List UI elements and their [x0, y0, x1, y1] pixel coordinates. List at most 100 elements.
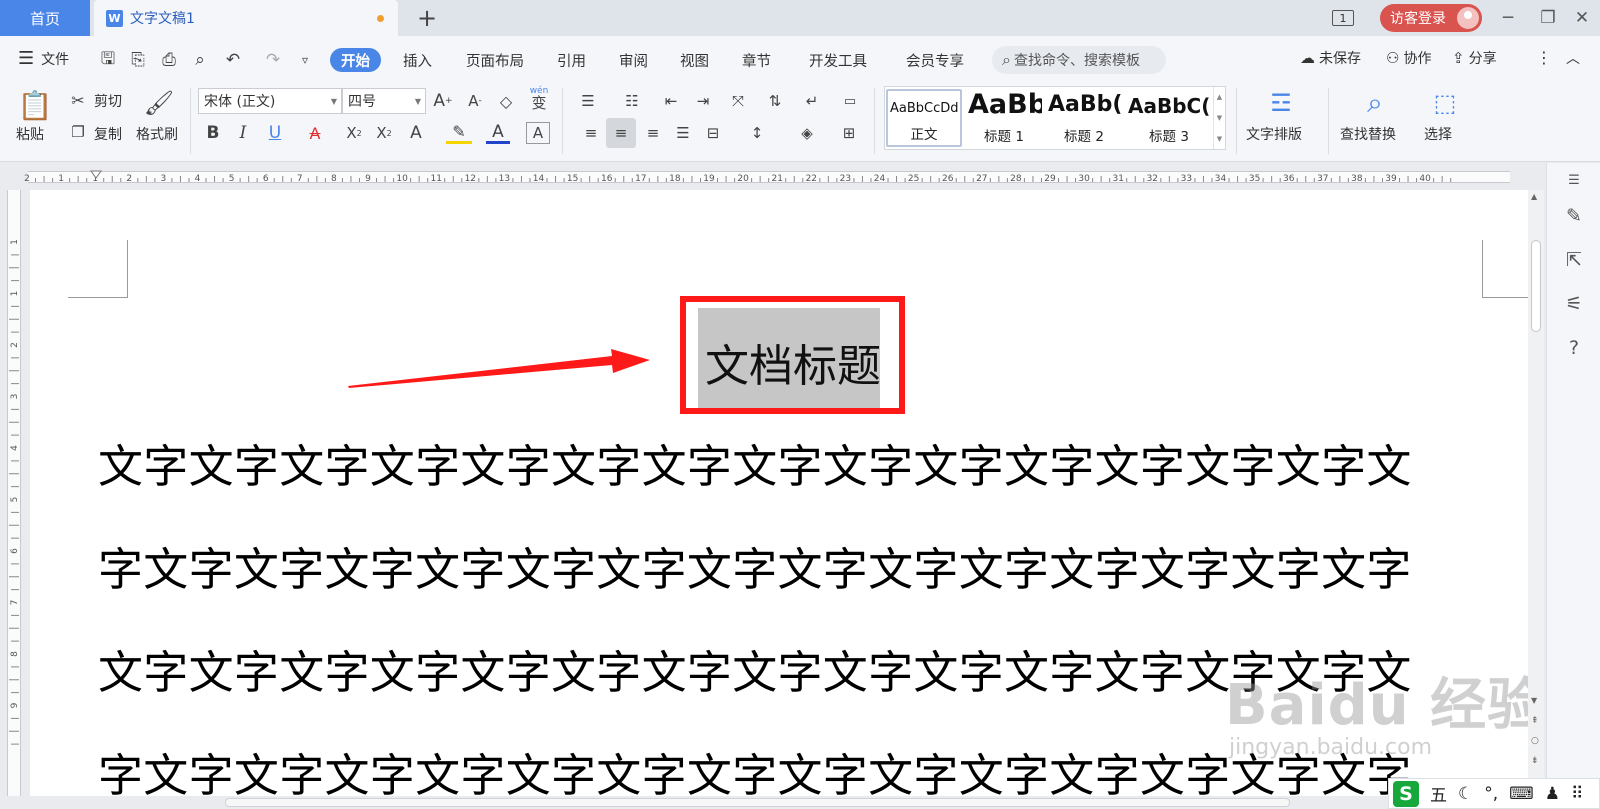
align-left-icon[interactable]: ≡: [580, 122, 602, 144]
strikethrough-icon[interactable]: A: [302, 122, 328, 144]
underline-icon[interactable]: U: [262, 122, 288, 144]
shrink-font-icon[interactable]: A-: [464, 90, 486, 112]
customize-toolbar-icon[interactable]: ▿: [294, 49, 316, 71]
format-painter-icon[interactable]: 🖌: [144, 86, 174, 120]
punctuation-icon[interactable]: °,: [1484, 784, 1498, 804]
unsaved-button[interactable]: ☁ 未保存: [1300, 48, 1361, 68]
select-button[interactable]: 选择: [1424, 124, 1452, 144]
align-center-icon[interactable]: ≡: [606, 118, 636, 148]
scroll-down-icon[interactable]: ▼: [1531, 696, 1537, 705]
body-paragraph-line[interactable]: 字文字文字文字文字文字文字文字文字文字文字文字文字文字文字: [98, 739, 1412, 804]
italic-icon[interactable]: I: [233, 122, 253, 144]
tab-member[interactable]: 会员专享: [906, 48, 964, 72]
print-icon[interactable]: ⎙: [158, 49, 180, 71]
shading-icon[interactable]: ◈: [792, 122, 822, 144]
cut-button[interactable]: 剪切: [94, 91, 122, 111]
font-name-select[interactable]: 宋体 (正文) ▼: [198, 88, 342, 114]
new-tab-button[interactable]: +: [414, 4, 440, 32]
scrollbar-thumb[interactable]: [1531, 240, 1541, 332]
find-replace-button[interactable]: 查找替换: [1340, 124, 1396, 144]
tab-review[interactable]: 审阅: [619, 48, 648, 72]
table-tools-icon[interactable]: ▭: [838, 90, 862, 112]
body-paragraph-line[interactable]: 文字文字文字文字文字文字文字文字文字文字文字文字文字文字文: [98, 430, 1412, 495]
style-heading-1[interactable]: AaBb 标题 1: [966, 89, 1042, 147]
export-pdf-icon[interactable]: ⎘: [127, 49, 149, 71]
grid-menu-icon[interactable]: ⠿: [1571, 784, 1583, 804]
pen-icon[interactable]: ✎: [1561, 203, 1587, 229]
file-menu[interactable]: ☰ 文件: [18, 48, 69, 69]
chinese-layout-icon[interactable]: ⤧: [724, 90, 752, 112]
paste-icon[interactable]: 📋: [18, 88, 53, 122]
settings-sliders-icon[interactable]: ⚟: [1561, 291, 1587, 317]
bullet-list-icon[interactable]: ☰: [574, 90, 602, 112]
copy-button[interactable]: 复制: [94, 124, 122, 144]
panel-toggle-icon[interactable]: ☰: [1561, 167, 1587, 193]
horizontal-ruler[interactable]: 2 1 1 2 3 4 5 6 7 8 9 10 11 12 13 14 15 16 17 18 19 20 21 22 23 2…: [0, 163, 1528, 189]
scrollbar-thumb[interactable]: [225, 798, 1290, 807]
char-border-icon[interactable]: A: [526, 122, 550, 144]
pointer-icon[interactable]: ⇱: [1561, 247, 1587, 273]
print-preview-icon[interactable]: ⌕: [189, 49, 211, 71]
format-painter-button[interactable]: 格式刷: [136, 124, 178, 144]
horizontal-scrollbar[interactable]: [0, 796, 1528, 809]
borders-icon[interactable]: ⊞: [834, 122, 864, 144]
chevron-up-icon[interactable]: ▲: [1217, 93, 1222, 101]
moon-icon[interactable]: ☾: [1458, 784, 1473, 804]
body-paragraph-line[interactable]: 字文字文字文字文字文字文字文字文字文字文字文字文字文字文字: [98, 533, 1412, 598]
window-count-icon[interactable]: 1: [1332, 10, 1354, 26]
restore-icon[interactable]: ❐: [1536, 6, 1560, 30]
more-menu-icon[interactable]: ⋮: [1536, 48, 1552, 67]
save-icon[interactable]: 🖫: [97, 49, 119, 71]
scroll-up-icon[interactable]: ▲: [1531, 192, 1537, 201]
style-normal[interactable]: AaBbCcDd 正文: [886, 89, 962, 147]
close-icon[interactable]: ✕: [1570, 6, 1594, 30]
tab-references[interactable]: 引用: [557, 48, 586, 72]
justify-icon[interactable]: ☰: [672, 122, 694, 144]
next-page-icon[interactable]: ⇟: [1531, 756, 1539, 766]
share-button[interactable]: ⇪ 分享: [1452, 48, 1497, 68]
numbered-list-icon[interactable]: ☷: [618, 90, 646, 112]
collapse-ribbon-icon[interactable]: ︿: [1566, 48, 1580, 68]
body-paragraph-line[interactable]: 文字文字文字文字文字文字文字文字文字文字文字文字文字文字文: [98, 636, 1412, 701]
select-browse-object-icon[interactable]: ○: [1531, 736, 1539, 746]
tab-view[interactable]: 视图: [680, 48, 709, 72]
vertical-scrollbar[interactable]: ▲ ▼ ⇞ ○ ⇟: [1528, 190, 1544, 796]
select-icon[interactable]: ⬚: [1428, 86, 1462, 120]
find-replace-icon[interactable]: ⌕: [1358, 86, 1392, 120]
tab-home[interactable]: 首页: [0, 0, 90, 36]
text-layout-icon[interactable]: ☲: [1264, 86, 1298, 120]
user-icon[interactable]: ♟: [1545, 784, 1560, 804]
style-gallery-scroll[interactable]: ▲ ▼ ▼: [1213, 87, 1225, 149]
subscript-icon[interactable]: X2: [372, 122, 396, 144]
decrease-indent-icon[interactable]: ⇤: [660, 90, 682, 112]
tab-start[interactable]: 开始: [330, 48, 381, 72]
text-layout-button[interactable]: 文字排版: [1246, 124, 1302, 144]
document-title[interactable]: 文档标题: [705, 330, 881, 394]
undo-icon[interactable]: ↶: [222, 49, 244, 71]
sort-icon[interactable]: ⇅: [764, 90, 786, 112]
prev-page-icon[interactable]: ⇞: [1531, 716, 1539, 726]
copy-icon[interactable]: ❐: [68, 122, 88, 142]
ime-toolbar[interactable]: S 五 ☾ °, ⌨ ♟ ⠿: [1388, 778, 1600, 809]
clear-format-icon[interactable]: ◇: [495, 90, 517, 112]
paste-button[interactable]: 粘贴: [16, 124, 44, 144]
grow-font-icon[interactable]: A +: [432, 90, 454, 112]
show-marks-icon[interactable]: ↵: [798, 90, 826, 112]
vertical-ruler[interactable]: 1 1 2 3 4 5 6 7 8 9: [0, 190, 26, 796]
guest-login-button[interactable]: 访客登录: [1380, 4, 1482, 32]
help-icon[interactable]: ?: [1561, 335, 1587, 361]
expand-icon[interactable]: ▼: [1217, 135, 1222, 143]
command-search-box[interactable]: ⌕ 查找命令、搜索模板: [992, 46, 1166, 74]
tab-page-layout[interactable]: 页面布局: [466, 48, 524, 72]
highlight-icon[interactable]: ✎: [446, 122, 472, 144]
sogou-logo-icon[interactable]: S: [1393, 780, 1419, 807]
collaborate-button[interactable]: ⚇ 协作: [1386, 48, 1431, 68]
align-right-icon[interactable]: ≡: [642, 122, 664, 144]
font-color-icon[interactable]: A: [486, 122, 510, 144]
bold-icon[interactable]: B: [203, 122, 223, 144]
text-effect-icon[interactable]: A: [404, 122, 428, 144]
keyboard-icon[interactable]: ⌨: [1509, 784, 1534, 804]
superscript-icon[interactable]: X2: [342, 122, 366, 144]
increase-indent-icon[interactable]: ⇥: [692, 90, 714, 112]
cut-icon[interactable]: ✂: [68, 90, 88, 110]
